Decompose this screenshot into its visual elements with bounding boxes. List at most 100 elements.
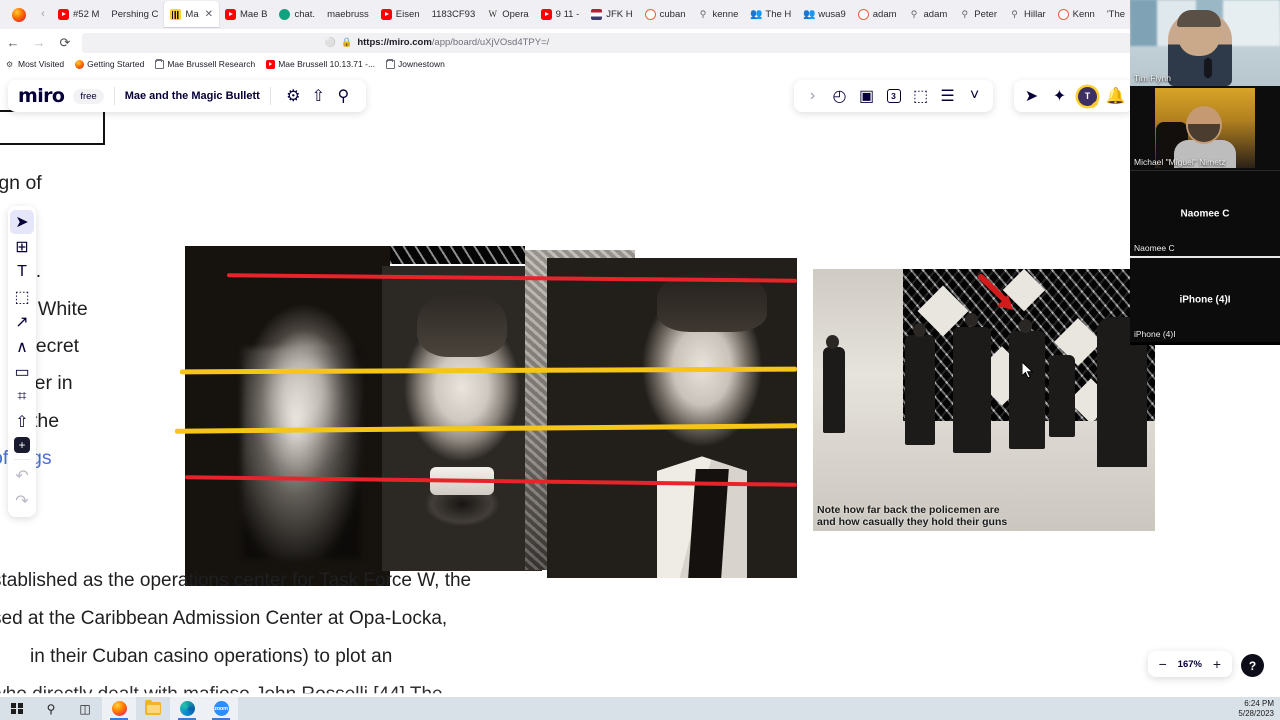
expand-chevron-icon[interactable]: ›	[800, 84, 825, 109]
tab-scroll-left-button[interactable]: ‹	[34, 0, 52, 29]
board-frame-outline[interactable]	[0, 110, 105, 145]
bookmark-item[interactable]: Getting Started	[75, 59, 144, 69]
browser-tab[interactable]: 1183CF93	[426, 1, 482, 28]
search-button[interactable]: ⚲	[34, 697, 68, 720]
edge-button[interactable]	[170, 697, 204, 720]
browser-tab[interactable]: cuban	[639, 1, 692, 28]
task-view-button[interactable]: ◫	[68, 697, 102, 720]
reload-button[interactable]: ⟳	[52, 32, 78, 54]
participant-name: Tim Flynn	[1134, 73, 1171, 83]
settings-gear-icon[interactable]: ⚙	[281, 84, 306, 109]
browser-tab[interactable]: 9 11 -	[535, 1, 586, 28]
bookmark-item[interactable]: Mae Brussell 10.13.71 -...	[266, 59, 375, 69]
avatar[interactable]: T ⚡	[1075, 84, 1100, 109]
zoom-button[interactable]: zoom	[204, 697, 238, 720]
pen-tool[interactable]: ∧	[10, 335, 34, 359]
url-text: https://miro.com/app/board/uXjVOsd4TPY=/	[357, 37, 550, 48]
shapes-tool[interactable]: ⬚	[10, 285, 34, 309]
forward-button[interactable]: →	[26, 32, 52, 54]
windows-icon	[11, 702, 23, 715]
search-icon[interactable]: ⚲	[331, 84, 356, 109]
firefox-button[interactable]	[102, 697, 136, 720]
video-tile[interactable]: Tim Flynn	[1130, 0, 1280, 86]
firefox-account-icon[interactable]	[12, 7, 26, 22]
search-icon: ⚲	[961, 9, 969, 19]
youtube-icon	[58, 9, 69, 20]
votes-count-icon[interactable]: 3	[881, 84, 906, 109]
plan-badge[interactable]: free	[73, 88, 104, 104]
cursor-share-icon[interactable]: ➤	[1019, 84, 1044, 109]
timer-icon[interactable]: ◴	[827, 84, 852, 109]
mouse-cursor	[1022, 362, 1034, 379]
comment-tool[interactable]: ▭	[10, 360, 34, 384]
bookmark-item[interactable]: Jownestown	[386, 58, 445, 69]
miro-logo[interactable]: miro	[18, 85, 65, 107]
browser-tab[interactable]: maebruss	[321, 1, 375, 28]
browser-tab[interactable]: ⚲ adam	[903, 1, 954, 28]
text-tool[interactable]: T	[10, 260, 34, 284]
browser-tab[interactable]: adam	[852, 1, 903, 28]
templates-tool[interactable]: ⊞	[10, 235, 34, 259]
back-button[interactable]: ←	[0, 32, 26, 54]
upload-tool[interactable]: ⇧	[10, 410, 34, 434]
browser-tab[interactable]: 👥 The H	[744, 1, 797, 28]
notifications-bell-icon[interactable]: 🔔	[1103, 84, 1128, 109]
browser-tab[interactable]: #52 M	[52, 1, 105, 28]
bookmark-item[interactable]: ⚙ Most Visited	[6, 59, 64, 69]
browser-tab[interactable]: 'The	[1101, 1, 1131, 28]
zoom-out-button[interactable]: −	[1159, 656, 1167, 672]
celebrate-icon[interactable]: ✦	[1047, 84, 1072, 109]
file-explorer-button[interactable]	[136, 697, 170, 720]
more-apps-tool[interactable]: +	[14, 437, 30, 453]
select-tool[interactable]: ➤	[10, 210, 34, 234]
lock-icon: 🔒	[341, 37, 353, 47]
close-icon[interactable]: ✕	[205, 9, 213, 20]
canvas-link-opa-locka[interactable]: Opa-Locka,	[349, 608, 447, 629]
more-chevrons-icon[interactable]: ˅	[962, 84, 987, 109]
folder-icon	[386, 58, 396, 69]
browser-tab[interactable]: Eisen	[375, 1, 426, 28]
photo-comparison-collage[interactable]	[174, 246, 798, 586]
browser-tab-active[interactable]: Ma ✕	[164, 1, 219, 28]
bookmark-item[interactable]: Mae Brussell Research	[155, 58, 255, 69]
tab-strip: ‹ #52 M Pershing C Ma ✕ Mae B chat. maebr…	[0, 0, 1280, 29]
video-tile-no-video[interactable]: Naomee C Naomee C	[1130, 170, 1280, 256]
start-button[interactable]	[0, 697, 34, 720]
board-title[interactable]: Mae and the Magic Bullett	[125, 90, 260, 102]
system-tray[interactable]: 6:24 PM 5/28/2023	[1238, 699, 1280, 719]
browser-tab[interactable]: 👥 wusa9	[797, 1, 851, 28]
photo-policemen-scene[interactable]	[813, 269, 1155, 531]
browser-tab[interactable]: ⚲ Peter	[953, 1, 1003, 28]
miro-left-toolbar: ➤ ⊞ T ⬚ ↗ ∧ ▭ ⌗ ⇧ + ↶ ↷	[8, 206, 36, 517]
video-tile-no-video[interactable]: iPhone (4)I iPhone (4)I	[1130, 256, 1280, 342]
browser-tab[interactable]: chat.	[273, 1, 321, 28]
browser-tab[interactable]: JFK H	[585, 1, 638, 28]
share-upload-icon[interactable]: ⇧	[306, 84, 331, 109]
browser-tab[interactable]: ⚲ Hillar	[1003, 1, 1052, 28]
miro-board-header: miro free Mae and the Magic Bullett ⚙ ⇧ …	[8, 80, 366, 112]
browser-tab[interactable]: Kenn	[1052, 1, 1101, 28]
navigation-toolbar: ← → ⟳ ⚪ 🔒 https://miro.com/app/board/uXj…	[0, 29, 1280, 56]
browser-tab[interactable]: ⚲ kenne	[692, 1, 745, 28]
help-button[interactable]: ?	[1241, 654, 1264, 677]
video-tile[interactable]: Michael "Miguel" Nimetz	[1130, 86, 1280, 170]
redo-tool[interactable]: ↷	[10, 489, 34, 513]
arrow-tool[interactable]: ↗	[10, 310, 34, 334]
browser-tab[interactable]: Mae B	[219, 1, 273, 28]
miro-canvas[interactable]: ign of s. r White secret lier in the of …	[0, 72, 1280, 697]
card-icon[interactable]: ▣	[854, 84, 879, 109]
frame-focus-icon[interactable]: ⬚	[908, 84, 933, 109]
zoom-in-button[interactable]: +	[1213, 656, 1221, 672]
youtube-icon	[540, 9, 552, 20]
miro-icon	[170, 9, 182, 20]
browser-tab[interactable]: Pershing C	[105, 1, 164, 28]
frame-tool[interactable]: ⌗	[10, 385, 34, 409]
address-bar[interactable]: ⚪ 🔒 https://miro.com/app/board/uXjVOsd4T…	[82, 32, 1252, 53]
notes-icon[interactable]: ☰	[935, 84, 960, 109]
zoom-level-value[interactable]: 167%	[1177, 659, 1203, 670]
participant-name: Michael "Miguel" Nimetz	[1134, 157, 1226, 167]
red-arrow-annotation	[978, 274, 1013, 310]
browser-tab[interactable]: W Opera	[481, 1, 534, 28]
undo-tool[interactable]: ↶	[10, 464, 34, 488]
miro-mid-toolbar: › ◴ ▣ 3 ⬚ ☰ ˅	[794, 80, 993, 112]
